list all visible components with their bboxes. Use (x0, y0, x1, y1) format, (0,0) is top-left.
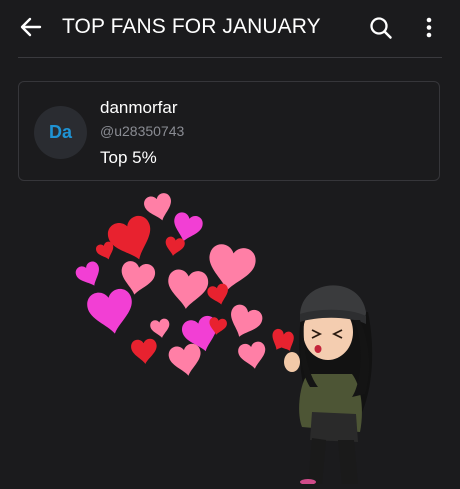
blowing-kisses-sticker (60, 182, 390, 485)
more-options-button[interactable] (418, 13, 440, 43)
fan-card[interactable]: Da danmorfar @u28350743 Top 5% (18, 81, 440, 181)
fan-handle: @u28350743 (100, 123, 185, 139)
avatar[interactable]: Da (34, 106, 87, 159)
fan-name[interactable]: danmorfar (100, 98, 177, 118)
search-icon (370, 17, 392, 39)
arrow-left-icon (20, 17, 42, 37)
avatar-character (273, 285, 373, 485)
more-vertical-icon (426, 17, 432, 38)
header-divider (18, 57, 442, 58)
fan-rank-badge: Top 5% (100, 148, 157, 167)
page-title: TOP FANS FOR JANUARY (62, 15, 321, 38)
heart-icon (73, 191, 295, 379)
back-button[interactable] (14, 12, 48, 42)
app-header: TOP FANS FOR JANUARY (0, 0, 460, 56)
search-button[interactable] (366, 13, 396, 43)
